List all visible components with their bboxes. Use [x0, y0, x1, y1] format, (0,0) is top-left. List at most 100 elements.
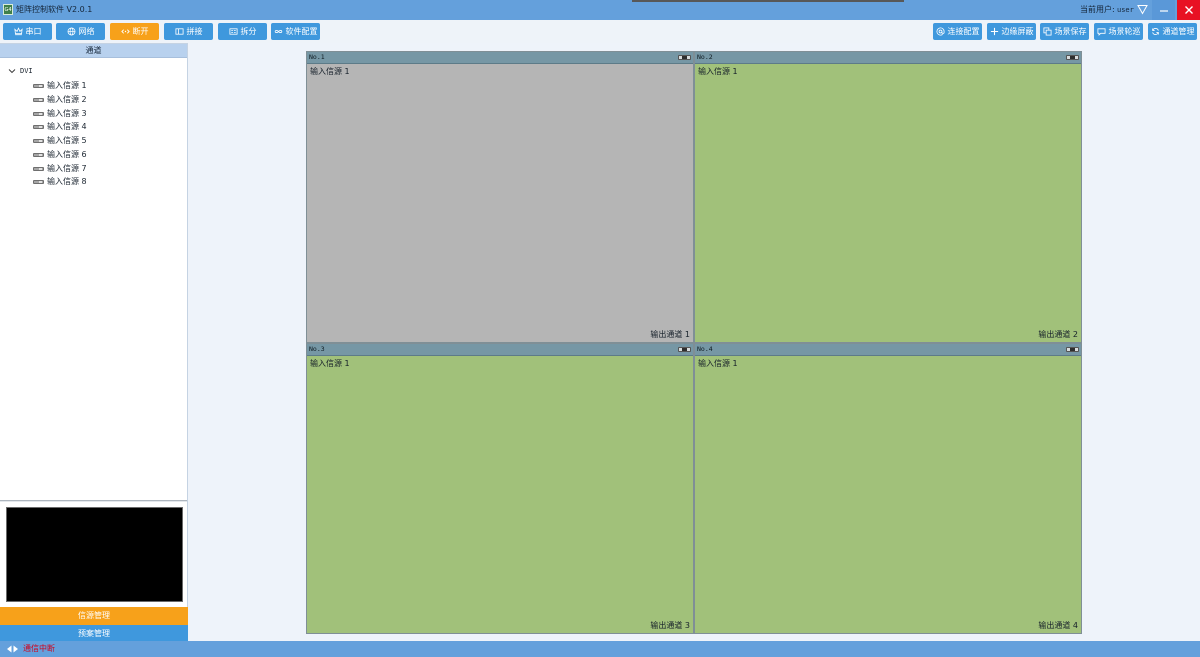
- output-window[interactable]: No.2 输入信源 1 输出通道 2: [694, 51, 1082, 343]
- tree-item-input-source[interactable]: 输入信源 3: [0, 107, 187, 121]
- close-button[interactable]: [1177, 0, 1200, 20]
- window-header[interactable]: No.4: [695, 344, 1081, 356]
- slider-icon[interactable]: [1066, 55, 1079, 60]
- columns-icon: [174, 28, 184, 35]
- slider-icon[interactable]: [678, 55, 691, 60]
- serial-port-label: 串口: [25, 27, 42, 36]
- network-button[interactable]: 网络: [56, 23, 105, 40]
- serial-port-button[interactable]: 串口: [3, 23, 52, 40]
- connection-config-button[interactable]: 连接配置: [933, 23, 982, 40]
- edge-mask-label: 边缘屏蔽: [1001, 27, 1034, 36]
- software-config-label: 软件配置: [285, 27, 318, 36]
- current-user-name: user: [1117, 6, 1134, 14]
- channel-manage-button[interactable]: 通道管理: [1148, 23, 1197, 40]
- window-input-source: 输入信源 1: [698, 359, 738, 368]
- copy-icon: [1042, 27, 1052, 36]
- window-header[interactable]: No.2: [695, 52, 1081, 64]
- window-output-channel: 输出通道 1: [650, 330, 690, 339]
- output-window[interactable]: No.3 输入信源 1 输出通道 3: [306, 343, 694, 634]
- tree-item-input-source[interactable]: 输入信源 8: [0, 175, 187, 189]
- window-body[interactable]: 输入信源 1 输出通道 2: [695, 64, 1081, 342]
- infinity-link-icon: [274, 30, 282, 33]
- split-button[interactable]: 拆分: [218, 23, 267, 40]
- splice-button[interactable]: 拼接: [164, 23, 213, 40]
- arrows-left-right-icon: [7, 645, 18, 653]
- window-output-channel: 输出通道 2: [1038, 330, 1078, 339]
- tree-item-input-source[interactable]: 输入信源 2: [0, 93, 187, 107]
- globe-icon: [67, 27, 75, 36]
- device-icon: [33, 111, 44, 116]
- connection-status: 通信中断: [23, 644, 55, 653]
- window-output-channel: 输出通道 3: [650, 621, 690, 630]
- tree-item-label: 输入信源 2: [47, 94, 87, 104]
- plan-manage-button[interactable]: 预案管理: [0, 625, 188, 642]
- slider-icon[interactable]: [1066, 347, 1079, 352]
- chevron-down-icon[interactable]: [8, 67, 16, 75]
- arrows-horizontal-icon: [120, 29, 130, 34]
- at-icon: [936, 27, 945, 36]
- workspace: No.1 输入信源 1 输出通道 1 No.2 输入信源 1 输出通道 2 No…: [188, 43, 1200, 641]
- close-icon: [1184, 6, 1193, 14]
- split-lines-icon: [228, 28, 238, 35]
- window-input-source: 输入信源 1: [698, 67, 738, 76]
- tree-item-label: 输入信源 3: [47, 108, 87, 118]
- app-logo: G4: [3, 4, 13, 15]
- window-header[interactable]: No.3: [307, 344, 693, 356]
- channel-manage-label: 通道管理: [1162, 27, 1195, 36]
- source-manage-button[interactable]: 信源管理: [0, 607, 188, 625]
- output-window[interactable]: No.1 输入信源 1 输出通道 1: [306, 51, 694, 343]
- window-number: No.4: [697, 345, 713, 353]
- software-config-button[interactable]: 软件配置: [271, 23, 320, 40]
- device-icon: [33, 180, 44, 185]
- status-bar: 通信中断: [0, 641, 1200, 657]
- output-window[interactable]: No.4 输入信源 1 输出通道 4: [694, 343, 1082, 634]
- window-body[interactable]: 输入信源 1 输出通道 4: [695, 356, 1081, 633]
- sidebar-splitter[interactable]: [0, 500, 187, 502]
- plus-icon: [990, 27, 998, 36]
- device-icon: [33, 166, 44, 171]
- slider-icon[interactable]: [678, 347, 691, 352]
- minimize-button[interactable]: [1152, 0, 1175, 20]
- triangle-down-icon[interactable]: [1137, 4, 1148, 15]
- window-output-channel: 输出通道 4: [1038, 621, 1078, 630]
- crown-icon: [13, 27, 23, 36]
- tree-item-input-source[interactable]: 输入信源 7: [0, 162, 187, 176]
- device-icon: [33, 152, 44, 157]
- title-bar: G4 矩阵控制软件 V2.0.1 当前用户: user: [0, 0, 1200, 20]
- edge-mask-button[interactable]: 边缘屏蔽: [987, 23, 1036, 40]
- scene-save-label: 场景保存: [1054, 27, 1087, 36]
- window-number: No.2: [697, 53, 713, 61]
- disconnect-button[interactable]: 断开: [110, 23, 159, 40]
- minimize-icon: [1159, 10, 1168, 12]
- top-edge-shadow: [632, 0, 904, 2]
- source-preview: [6, 507, 183, 602]
- window-body[interactable]: 输入信源 1 输出通道 3: [307, 356, 693, 633]
- window-header[interactable]: No.1: [307, 52, 693, 64]
- device-icon: [33, 84, 44, 88]
- network-label: 网络: [78, 27, 95, 36]
- tree-item-label: 输入信源 8: [47, 177, 87, 187]
- device-icon: [33, 139, 44, 143]
- tree-item-input-source[interactable]: 输入信源 1: [0, 79, 187, 93]
- app-title: 矩阵控制软件 V2.0.1: [16, 5, 93, 14]
- split-label: 拆分: [240, 27, 257, 36]
- scene-patrol-label: 场景轮巡: [1108, 27, 1141, 36]
- channel-sidebar: 通道 DVI 输入信源 1 输入信源 2 输入信源 3 输入信源 4 输入信源 …: [0, 43, 188, 642]
- tree-item-input-source[interactable]: 输入信源 6: [0, 148, 187, 162]
- toolbar: 串口 网络 断开 拼接 拆分 软件配置 连接配置 边缘屏蔽 场景保存 场景轮巡 …: [0, 20, 1200, 43]
- tree-item-label: 输入信源 7: [47, 163, 87, 173]
- sidebar-header: 通道: [0, 44, 187, 58]
- disconnect-label: 断开: [132, 27, 149, 36]
- device-icon: [33, 97, 44, 102]
- tree-item-input-source[interactable]: 输入信源 4: [0, 120, 187, 134]
- tree-node-dvi[interactable]: DVI: [0, 65, 187, 77]
- window-input-source: 输入信源 1: [310, 67, 350, 76]
- device-icon: [33, 125, 44, 130]
- tree-node-label: DVI: [20, 67, 33, 75]
- message-icon: [1096, 28, 1106, 36]
- scene-patrol-button[interactable]: 场景轮巡: [1094, 23, 1143, 40]
- window-body[interactable]: 输入信源 1 输出通道 1: [307, 64, 693, 342]
- window-number: No.3: [309, 345, 325, 353]
- scene-save-button[interactable]: 场景保存: [1040, 23, 1089, 40]
- tree-item-input-source[interactable]: 输入信源 5: [0, 134, 187, 148]
